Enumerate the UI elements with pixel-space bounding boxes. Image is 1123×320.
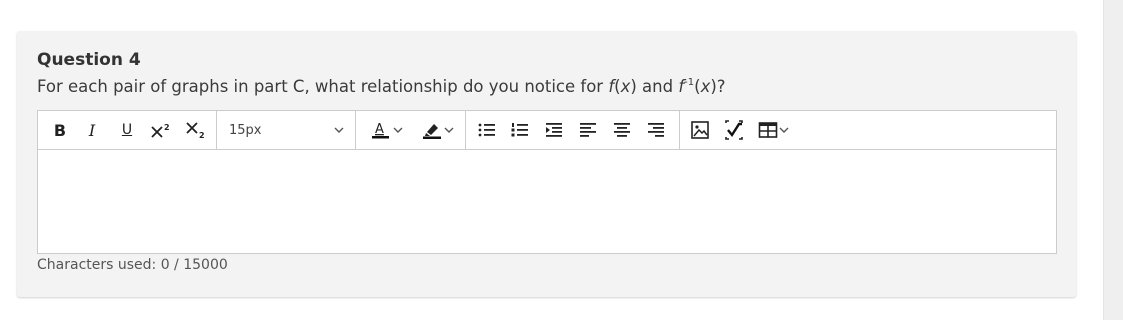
character-counter: Characters used: 0 / 15000 bbox=[37, 257, 228, 273]
italic-icon: I bbox=[88, 120, 96, 140]
question-text-main: For each pair of graphs in part C, what … bbox=[37, 77, 609, 96]
bulleted-list-button[interactable] bbox=[475, 111, 499, 149]
italic-button[interactable]: I bbox=[80, 111, 104, 149]
insert-image-button[interactable] bbox=[688, 111, 712, 149]
superscript-button[interactable]: 2 bbox=[148, 111, 174, 149]
svg-text:2: 2 bbox=[164, 123, 170, 132]
highlight-icon bbox=[423, 124, 441, 139]
math-icon bbox=[725, 120, 743, 140]
highlight-button[interactable] bbox=[414, 111, 462, 149]
finv-sup: -1 bbox=[684, 77, 695, 88]
editor-content-area[interactable] bbox=[38, 150, 1056, 253]
align-center-icon bbox=[614, 123, 630, 137]
numbered-list-button[interactable] bbox=[508, 111, 532, 149]
font-color-button[interactable]: A bbox=[364, 111, 410, 149]
subscript-icon: 2 bbox=[186, 122, 205, 139]
chevron-down-icon bbox=[393, 127, 403, 133]
and-text: and bbox=[636, 77, 679, 96]
bulleted-list-icon bbox=[478, 123, 495, 137]
insert-table-button[interactable] bbox=[754, 111, 794, 149]
toolbar-separator bbox=[355, 111, 356, 149]
svg-text:2: 2 bbox=[199, 131, 205, 139]
page: Question 4 For each pair of graphs in pa… bbox=[0, 0, 1123, 320]
numbered-list-icon bbox=[511, 123, 528, 137]
finv-var: x bbox=[700, 77, 711, 96]
chevron-down-icon bbox=[334, 127, 344, 133]
align-left-icon bbox=[580, 123, 596, 137]
image-icon bbox=[691, 121, 709, 139]
font-color-icon: A bbox=[372, 122, 389, 139]
align-right-button[interactable] bbox=[644, 111, 668, 149]
chevron-down-icon bbox=[779, 127, 789, 133]
underline-button[interactable]: U bbox=[115, 111, 139, 149]
toolbar-separator bbox=[465, 111, 466, 149]
question-text: For each pair of graphs in part C, what … bbox=[37, 77, 726, 96]
align-center-button[interactable] bbox=[610, 111, 634, 149]
underline-icon: U bbox=[121, 122, 133, 138]
align-left-button[interactable] bbox=[576, 111, 600, 149]
fx-var: x bbox=[620, 77, 631, 96]
font-size-value: 15px bbox=[229, 122, 262, 138]
bold-icon: B bbox=[53, 120, 67, 140]
editor-toolbar: B I U 2 2 15px A bbox=[38, 111, 1056, 150]
table-icon bbox=[758, 122, 778, 138]
finv-paren-close: )? bbox=[710, 77, 726, 96]
toolbar-separator bbox=[679, 111, 680, 149]
chevron-down-icon bbox=[444, 127, 454, 133]
align-right-icon bbox=[648, 123, 664, 137]
superscript-icon: 2 bbox=[151, 123, 170, 138]
indent-icon bbox=[546, 123, 562, 137]
rich-text-editor: B I U 2 2 15px A bbox=[37, 110, 1057, 254]
svg-text:A: A bbox=[375, 122, 384, 137]
font-size-select[interactable]: 15px bbox=[217, 111, 355, 149]
insert-math-button[interactable] bbox=[721, 111, 747, 149]
question-card: Question 4 For each pair of graphs in pa… bbox=[17, 31, 1076, 297]
question-title: Question 4 bbox=[37, 50, 141, 70]
bold-button[interactable]: B bbox=[48, 111, 72, 149]
indent-button[interactable] bbox=[542, 111, 566, 149]
page-scrollbar[interactable] bbox=[1103, 0, 1123, 320]
subscript-button[interactable]: 2 bbox=[183, 111, 209, 149]
